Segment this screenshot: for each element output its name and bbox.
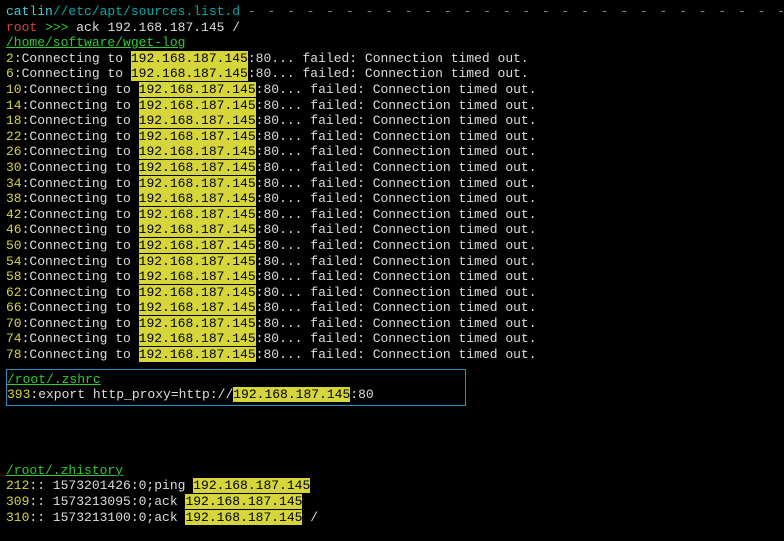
zhistory-row: 310:: 1573213100:0;ack 192.168.187.145 / [6, 510, 778, 526]
zshrc-box: /root/.zshrc 393:export http_proxy=http:… [6, 369, 466, 406]
zhistory-row: 212:: 1573201426:0;ping 192.168.187.145 [6, 478, 778, 494]
prompt-line[interactable]: root >>> ack 192.168.187.145 / [6, 20, 778, 36]
wgetlog-row: 22:Connecting to 192.168.187.145:80... f… [6, 129, 778, 145]
wgetlog-row: 18:Connecting to 192.168.187.145:80... f… [6, 113, 778, 129]
wgetlog-row: 2:Connecting to 192.168.187.145:80... fa… [6, 51, 778, 67]
file-path-zshrc: /root/.zshrc [7, 372, 465, 388]
wgetlog-row: 58:Connecting to 192.168.187.145:80... f… [6, 269, 778, 285]
wgetlog-row: 38:Connecting to 192.168.187.145:80... f… [6, 191, 778, 207]
wgetlog-row: 62:Connecting to 192.168.187.145:80... f… [6, 285, 778, 301]
wgetlog-row: 26:Connecting to 192.168.187.145:80... f… [6, 144, 778, 160]
wgetlog-row: 74:Connecting to 192.168.187.145:80... f… [6, 331, 778, 347]
wgetlog-row: 14:Connecting to 192.168.187.145:80... f… [6, 98, 778, 114]
file-path-wgetlog: /home/software/wget-log [6, 35, 778, 51]
zhistory-row: 309:: 1573213095:0;ack 192.168.187.145 [6, 494, 778, 510]
wgetlog-row: 50:Connecting to 192.168.187.145:80... f… [6, 238, 778, 254]
wgetlog-row: 10:Connecting to 192.168.187.145:80... f… [6, 82, 778, 98]
wgetlog-row: 78:Connecting to 192.168.187.145:80... f… [6, 347, 778, 363]
wgetlog-row: 70:Connecting to 192.168.187.145:80... f… [6, 316, 778, 332]
wgetlog-row: 30:Connecting to 192.168.187.145:80... f… [6, 160, 778, 176]
wgetlog-row: 46:Connecting to 192.168.187.145:80... f… [6, 222, 778, 238]
wgetlog-row: 54:Connecting to 192.168.187.145:80... f… [6, 254, 778, 270]
file-path-zhistory: /root/.zhistory [6, 463, 778, 479]
wgetlog-row: 66:Connecting to 192.168.187.145:80... f… [6, 300, 778, 316]
wgetlog-row: 34:Connecting to 192.168.187.145:80... f… [6, 176, 778, 192]
wgetlog-row: 42:Connecting to 192.168.187.145:80... f… [6, 207, 778, 223]
header-line: catlin//etc/apt/sources.list.d - - - - -… [6, 4, 778, 20]
zshrc-line: 393:export http_proxy=http://192.168.187… [7, 387, 465, 403]
wgetlog-row: 6:Connecting to 192.168.187.145:80... fa… [6, 66, 778, 82]
